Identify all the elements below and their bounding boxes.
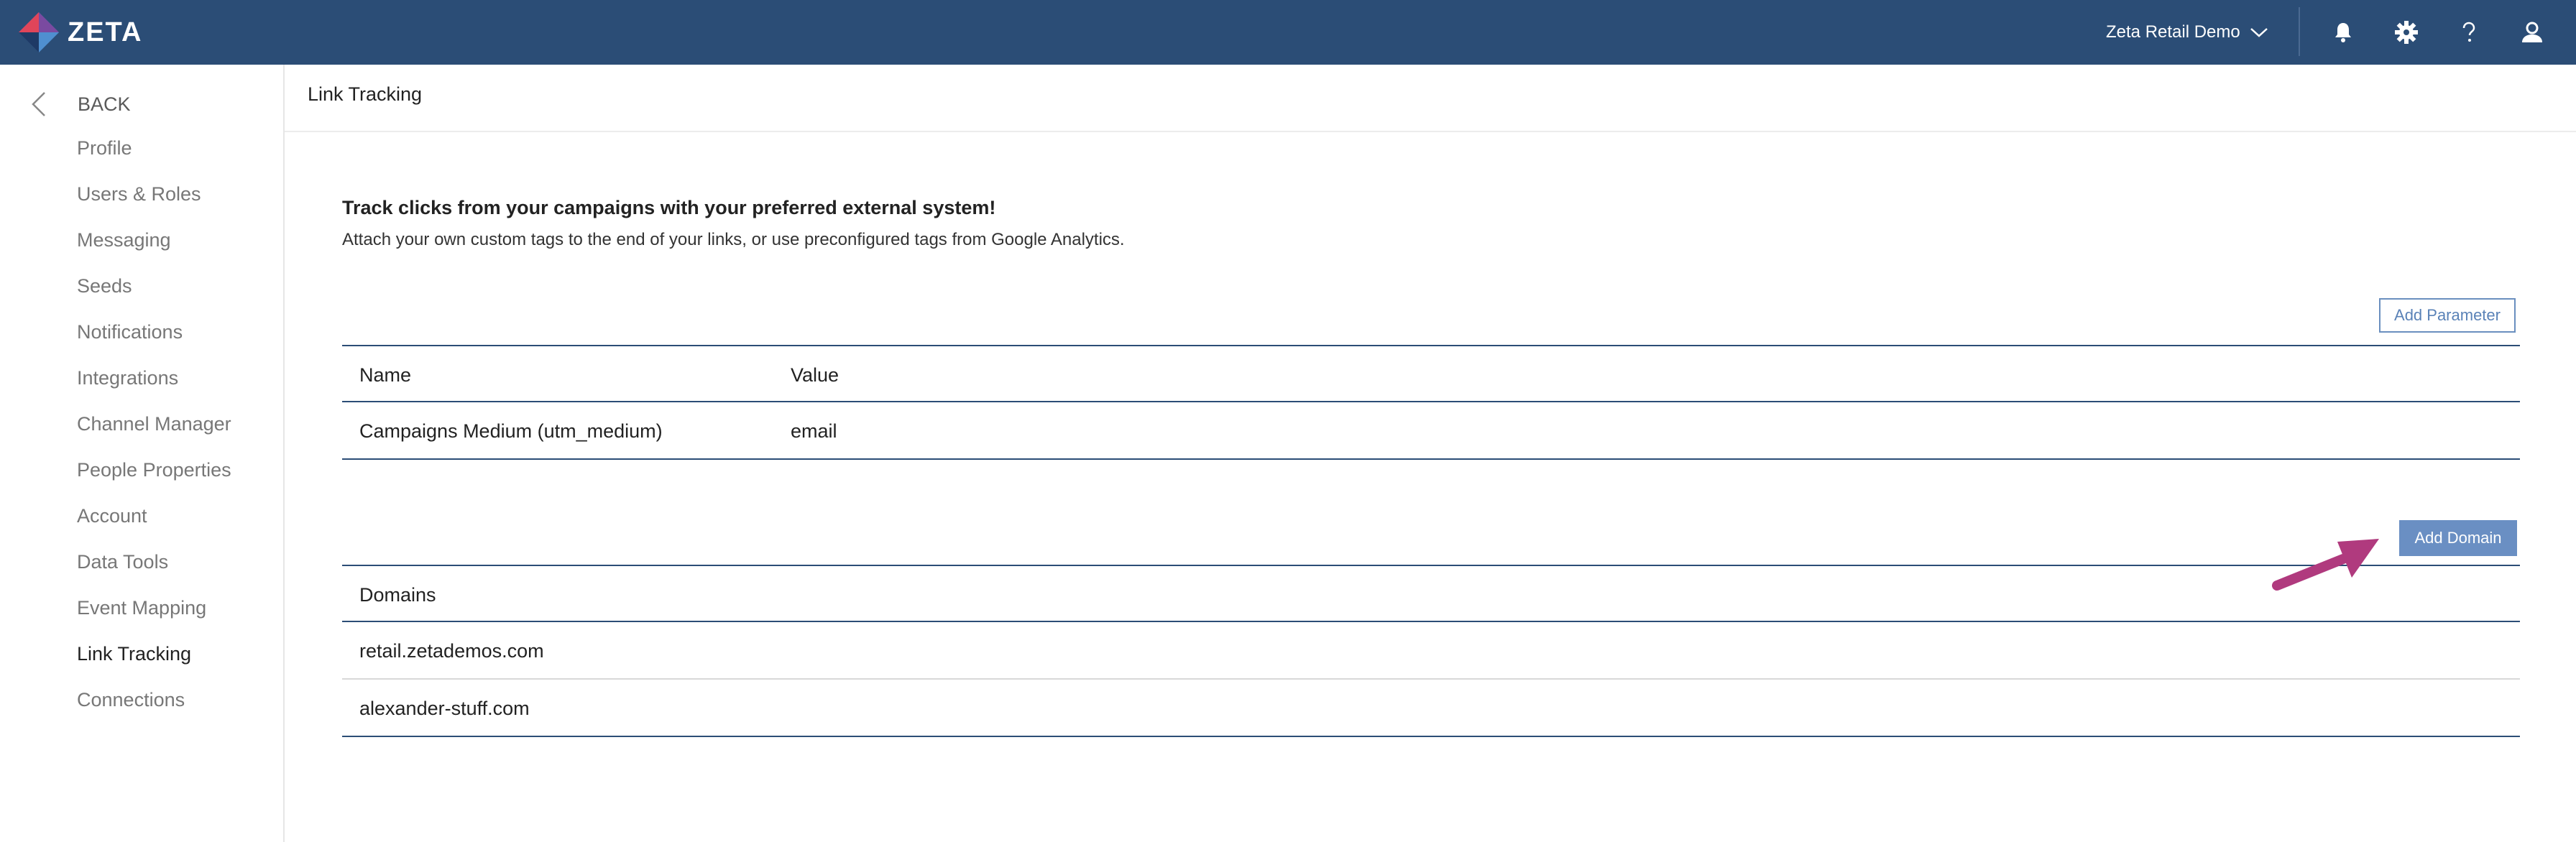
back-label: BACK bbox=[78, 93, 131, 115]
zeta-logo-icon bbox=[19, 12, 59, 52]
sidebar-item-data-tools[interactable]: Data Tools bbox=[77, 549, 168, 575]
column-header-name: Name bbox=[359, 364, 412, 386]
back-link[interactable]: BACK bbox=[29, 86, 131, 122]
top-bar: ZETA Zeta Retail Demo bbox=[0, 0, 2576, 65]
settings-button[interactable] bbox=[2388, 14, 2424, 50]
main-content: Link Tracking Track clicks from your cam… bbox=[285, 65, 2576, 842]
parameters-table: Name Value Campaigns Medium (utm_medium)… bbox=[342, 345, 2520, 460]
sidebar-item-channel-manager[interactable]: Channel Manager bbox=[77, 411, 231, 437]
sidebar-item-seeds[interactable]: Seeds bbox=[77, 273, 132, 299]
bell-icon bbox=[2335, 23, 2351, 42]
account-switcher[interactable]: Zeta Retail Demo bbox=[2106, 14, 2269, 50]
table-row[interactable]: Campaigns Medium (utm_medium) email bbox=[342, 402, 2520, 460]
gear-icon bbox=[2395, 21, 2418, 44]
page-title: Link Tracking bbox=[308, 83, 423, 105]
add-domain-button[interactable]: Add Domain bbox=[2399, 520, 2517, 556]
help-icon bbox=[2462, 22, 2475, 42]
column-header-value: Value bbox=[791, 364, 840, 386]
domain-value: alexander-stuff.com bbox=[359, 697, 530, 719]
sidebar-item-link-tracking[interactable]: Link Tracking bbox=[77, 641, 191, 667]
sidebar-item-connections[interactable]: Connections bbox=[77, 687, 185, 713]
sidebar-item-profile[interactable]: Profile bbox=[77, 135, 132, 161]
intro-title: Track clicks from your campaigns with yo… bbox=[342, 197, 996, 218]
table-row[interactable]: retail.zetademos.com bbox=[342, 622, 2520, 680]
sidebar-item-people-properties[interactable]: People Properties bbox=[77, 457, 231, 483]
sidebar-item-users-roles[interactable]: Users & Roles bbox=[77, 181, 201, 207]
param-value: email bbox=[791, 420, 837, 442]
topbar-divider bbox=[2299, 7, 2300, 56]
intro-description: Attach your own custom tags to the end o… bbox=[342, 230, 1125, 249]
zeta-logo[interactable]: ZETA bbox=[16, 7, 142, 57]
table-header-row: Name Value bbox=[342, 345, 2520, 402]
table-header-row: Domains bbox=[342, 565, 2520, 622]
chevron-down-icon bbox=[2250, 28, 2268, 37]
domains-table: Domains retail.zetademos.com alexander-s… bbox=[342, 565, 2520, 737]
sidebar-item-event-mapping[interactable]: Event Mapping bbox=[77, 595, 206, 621]
chevron-left-icon bbox=[32, 92, 45, 116]
notifications-button[interactable] bbox=[2325, 14, 2361, 50]
param-name: Campaigns Medium (utm_medium) bbox=[359, 420, 663, 442]
column-header-domains: Domains bbox=[359, 583, 436, 606]
sidebar-item-account[interactable]: Account bbox=[77, 503, 147, 529]
settings-sidebar: BACK Profile Users & Roles Messaging See… bbox=[0, 65, 285, 842]
page-header: Link Tracking bbox=[285, 65, 2576, 132]
sidebar-item-notifications[interactable]: Notifications bbox=[77, 319, 183, 345]
logo-text: ZETA bbox=[68, 17, 143, 47]
table-row[interactable]: alexander-stuff.com bbox=[342, 680, 2520, 737]
sidebar-item-messaging[interactable]: Messaging bbox=[77, 227, 171, 253]
user-menu-button[interactable] bbox=[2514, 14, 2550, 50]
account-name: Zeta Retail Demo bbox=[2106, 22, 2240, 42]
user-icon bbox=[2522, 22, 2542, 42]
sidebar-item-integrations[interactable]: Integrations bbox=[77, 365, 178, 391]
domain-value: retail.zetademos.com bbox=[359, 639, 544, 662]
add-parameter-button[interactable]: Add Parameter bbox=[2379, 298, 2516, 333]
help-button[interactable] bbox=[2451, 14, 2487, 50]
annotation-arrow-icon bbox=[2272, 539, 2379, 591]
